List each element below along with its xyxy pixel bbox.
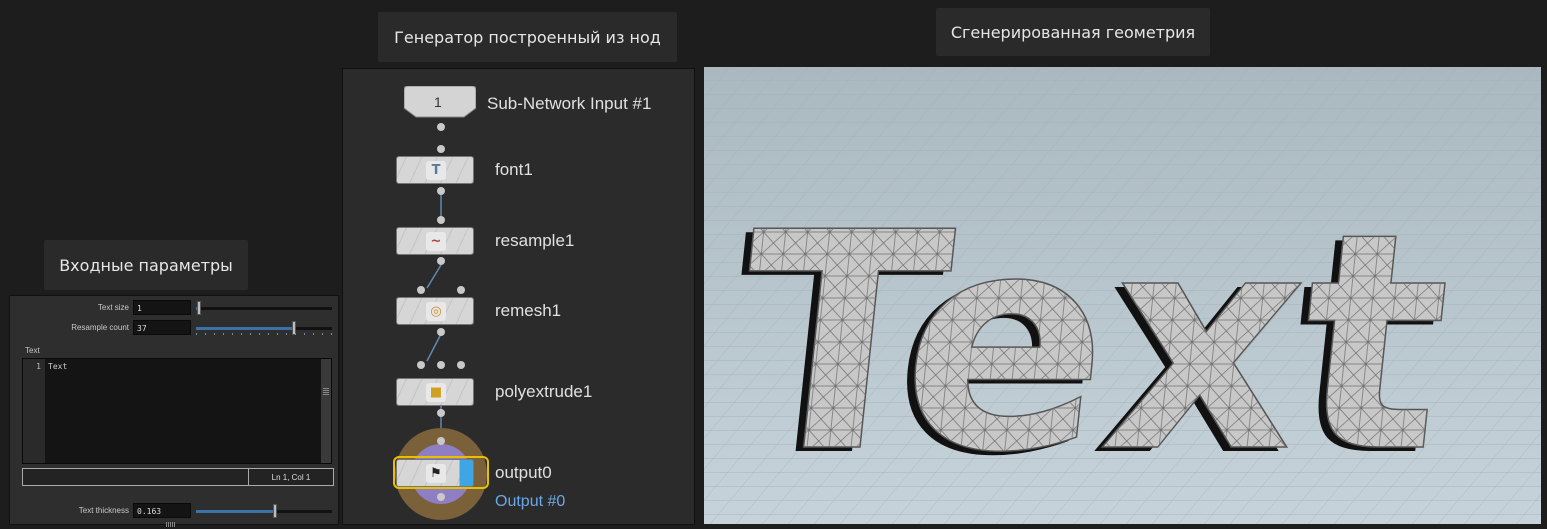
text-size-field[interactable]: 1: [133, 300, 191, 315]
node-label-font1: font1: [495, 160, 533, 179]
input-connector[interactable]: [417, 361, 425, 369]
slider-thumb[interactable]: [272, 504, 277, 518]
input-connector[interactable]: [437, 361, 445, 369]
input-connector[interactable]: [437, 437, 445, 445]
slider-ticks: [196, 333, 332, 335]
node-resample1[interactable]: ~: [396, 227, 474, 255]
scroll-grip[interactable]: [323, 387, 329, 395]
geometry-viewport[interactable]: Text Text Text: [704, 67, 1541, 524]
param-row-resample-count: Resample count 37: [10, 320, 338, 336]
input-connector[interactable]: [437, 145, 445, 153]
node-sublabel-output0: Output #0: [495, 493, 566, 510]
node-label-polyextrude1: polyextrude1: [495, 382, 593, 401]
text-thickness-slider[interactable]: [196, 504, 332, 518]
viewport-scene: Text Text Text: [704, 67, 1541, 524]
text-size-slider[interactable]: [196, 301, 332, 315]
resample-count-slider[interactable]: [196, 321, 332, 335]
caption-text: Генератор построенный из нод: [394, 27, 661, 47]
slider-fill: [196, 327, 294, 330]
cursor-position: Ln 1, Col 1: [248, 469, 333, 485]
node-remesh1[interactable]: ◎: [396, 297, 474, 325]
node-label-output0: output0: [495, 463, 552, 482]
caption-generated-geometry: Сгенерированная геометрия: [936, 8, 1210, 56]
input-connector[interactable]: [437, 216, 445, 224]
output-connector[interactable]: [437, 257, 445, 265]
slider-fill: [196, 510, 275, 513]
resample-wave-icon: ~: [426, 232, 446, 251]
text-geometry-mesh: Text: [722, 169, 1464, 518]
resample-count-label: Resample count: [71, 323, 129, 332]
editor-status-bar: Ln 1, Col 1: [22, 468, 334, 486]
input-connector[interactable]: [417, 286, 425, 294]
caption-text: Сгенерированная геометрия: [950, 22, 1196, 42]
text-editor[interactable]: 1 Text: [22, 358, 332, 527]
caption-input-parameters: Входные параметры: [44, 240, 248, 290]
param-row-text-thickness: Text thickness 0.163: [10, 503, 338, 519]
slider-thumb[interactable]: [196, 301, 201, 315]
output-connector[interactable]: [437, 409, 445, 417]
caption-node-generator: Генератор построенный из нод: [378, 12, 677, 62]
remesh-donut-icon: ◎: [426, 302, 446, 321]
input-connector[interactable]: [457, 361, 465, 369]
line-number: 1: [36, 362, 41, 371]
input-connector[interactable]: [457, 286, 465, 294]
output-connector[interactable]: [437, 328, 445, 336]
text-size-label: Text size: [97, 303, 129, 312]
polyextrude-box-icon: ■: [426, 383, 446, 402]
node-font1[interactable]: T: [396, 156, 474, 184]
editor-content[interactable]: Text: [48, 362, 67, 371]
node-label-remesh1: remesh1: [495, 301, 562, 320]
subnet-input-label: Sub-Network Input #1: [487, 94, 652, 113]
param-row-text-size: Text size 1: [10, 300, 338, 316]
text-thickness-label: Text thickness: [78, 506, 129, 515]
editor-scrollbar[interactable]: [321, 359, 331, 463]
node-output0[interactable]: ⚑: [396, 459, 474, 487]
text-thickness-field[interactable]: 0.163: [133, 503, 191, 518]
resample-count-field[interactable]: 37: [133, 320, 191, 335]
checkered-flag-icon: ⚑: [426, 464, 446, 483]
font-T-icon: T: [426, 161, 446, 180]
text-param-label: Text: [25, 346, 40, 355]
resize-grip[interactable]: [166, 522, 176, 527]
caption-text: Входные параметры: [59, 255, 233, 275]
node-label-resample1: resample1: [495, 231, 575, 250]
node-polyextrude1[interactable]: ■: [396, 378, 474, 406]
output-connector[interactable]: [437, 187, 445, 195]
subnet-input-index: 1: [434, 94, 442, 110]
output-connector[interactable]: [437, 123, 445, 131]
output-connector[interactable]: [437, 493, 445, 501]
node-network-panel[interactable]: 1 Sub-Network Input #1 T font1 ~ resampl…: [342, 68, 695, 525]
line-gutter: 1: [23, 359, 45, 463]
parameter-panel: Text size 1 Resample count 37 Text 1 Tex…: [9, 295, 339, 527]
